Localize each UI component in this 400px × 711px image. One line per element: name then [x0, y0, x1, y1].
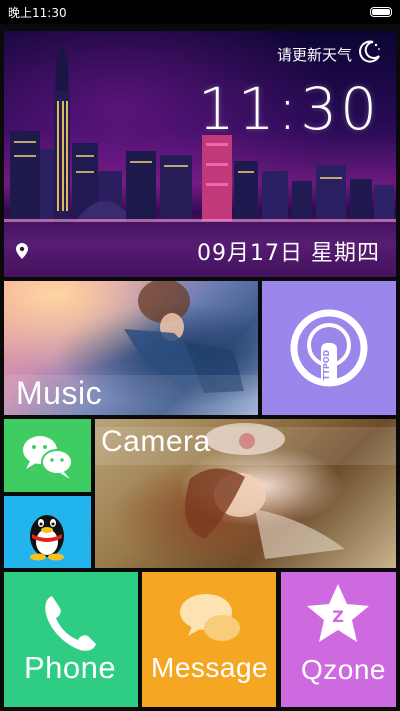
- battery-icon: [370, 7, 392, 17]
- location-pin-icon[interactable]: [16, 243, 28, 263]
- clock-weather-widget[interactable]: 请更新天气 11:30 09月17日 星期四: [4, 31, 396, 277]
- date-text: 09月17日 星期四: [197, 241, 380, 266]
- crescent-moon-icon: [356, 39, 382, 69]
- wechat-tile[interactable]: [4, 419, 91, 492]
- phone-tile[interactable]: Phone: [4, 572, 138, 707]
- clock-time: 11:30: [197, 75, 380, 143]
- qzone-tile[interactable]: Z Qzone: [281, 572, 396, 707]
- qzone-star-icon: Z: [307, 584, 369, 642]
- svg-text:Z: Z: [332, 607, 344, 626]
- status-bar: 晚上11:30: [0, 0, 400, 24]
- phone-handset-icon: [45, 596, 96, 651]
- music-tile[interactable]: Music: [4, 281, 258, 415]
- qzone-label: Qzone: [301, 654, 386, 685]
- message-bubbles-icon: [180, 594, 240, 641]
- qq-penguin-icon: [30, 515, 64, 561]
- status-time: 晚上11:30: [8, 5, 67, 20]
- weather-update-text[interactable]: 请更新天气: [277, 44, 352, 65]
- wechat-icon: [23, 436, 73, 479]
- ttpod-tile[interactable]: TTPOD: [262, 281, 396, 415]
- music-label: Music: [16, 375, 103, 411]
- phone-label: Phone: [24, 650, 117, 685]
- camera-label: Camera: [101, 425, 211, 458]
- svg-text:TTPOD: TTPOD: [322, 349, 331, 380]
- message-tile[interactable]: Message: [142, 572, 276, 707]
- ttpod-logo-icon: TTPOD: [290, 309, 368, 387]
- message-label: Message: [151, 652, 269, 683]
- camera-tile[interactable]: Camera: [95, 419, 396, 568]
- qq-tile[interactable]: [4, 496, 91, 568]
